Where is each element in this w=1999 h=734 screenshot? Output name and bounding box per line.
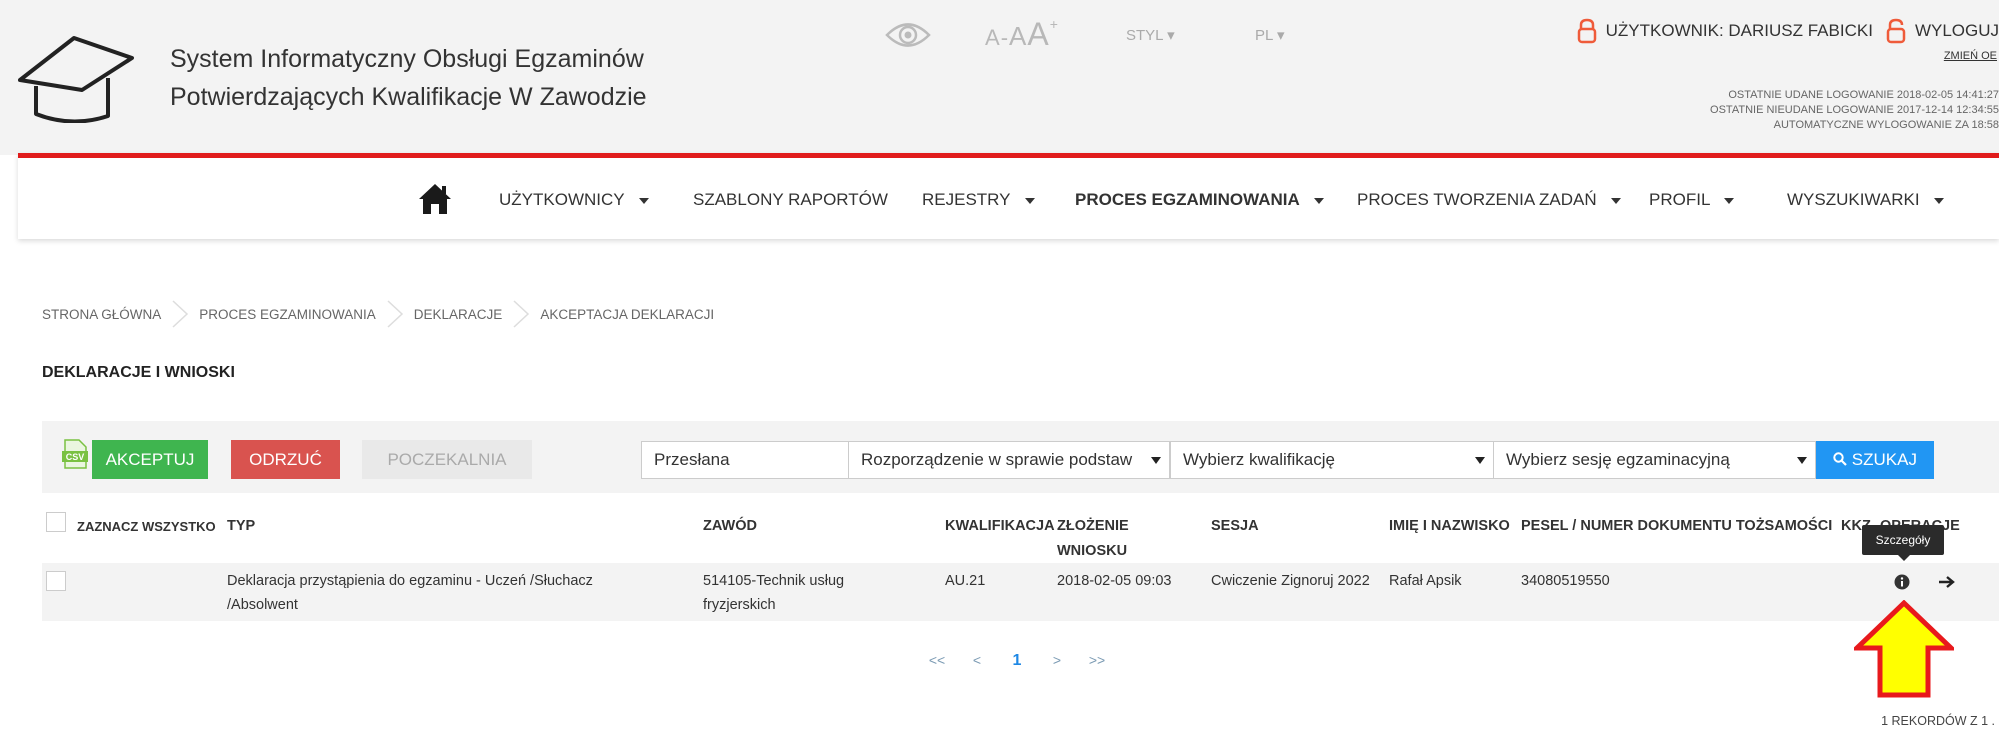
highlight-arrow-icon <box>1854 600 1954 698</box>
logout-lock-icon[interactable] <box>1885 18 1907 44</box>
nav-item-users[interactable]: UŻYTKOWNICY <box>499 190 649 210</box>
breadcrumb-exam-process[interactable]: PROCES EGZAMINOWANIA <box>199 307 376 322</box>
change-oe-link[interactable]: ZMIEŃ OE <box>1944 50 1997 62</box>
csv-export-icon[interactable]: CSV <box>62 439 88 469</box>
page-title: DEKLARACJE I WNIOSKI <box>42 364 235 381</box>
font-medium-button[interactable]: A <box>1009 21 1027 51</box>
breadcrumb: STRONA GŁÓWNA PROCES EGZAMINOWANIA DEKLA… <box>42 300 714 328</box>
home-icon[interactable] <box>418 182 452 216</box>
chevron-down-icon <box>1724 197 1735 204</box>
waiting-room-button[interactable]: POCZEKALNIA <box>362 440 532 479</box>
style-dropdown[interactable]: STYL ▾ <box>1126 26 1175 44</box>
nav-item-task-creation[interactable]: PROCES TWORZENIA ZADAŃ <box>1357 190 1621 210</box>
records-count: 1 REKORDÓW Z 1 . <box>1881 714 1995 728</box>
last-page-link[interactable]: >> <box>1077 652 1117 670</box>
breadcrumb-declarations[interactable]: DEKLARACJE <box>414 307 503 322</box>
last-login: OSTATNIE UDANE LOGOWANIE 2018-02-05 14:4… <box>1728 89 1999 101</box>
last-failed-login: OSTATNIE NIEUDANE LOGOWANIE 2017-12-14 1… <box>1710 104 1999 116</box>
table-row: Deklaracja przystąpienia do egzaminu - U… <box>42 563 1999 621</box>
nav-item-report-templates[interactable]: SZABLONY RAPORTÓW <box>693 190 888 210</box>
column-type: TYP <box>227 518 256 534</box>
nav-item-profile[interactable]: PROFIL <box>1649 190 1735 210</box>
table-header: ZAZNACZ WSZYSTKO TYP ZAWÓD KWALIFIKACJA … <box>42 508 1999 559</box>
info-icon[interactable] <box>1894 574 1910 590</box>
cell-pesel: 34080519550 <box>1521 573 1610 589</box>
chevron-down-icon <box>638 197 649 204</box>
next-page-link[interactable]: > <box>1037 652 1077 670</box>
column-profession: ZAWÓD <box>703 518 757 534</box>
font-large-button[interactable]: A <box>1027 16 1049 52</box>
cell-submission: 2018-02-05 09:03 <box>1057 573 1172 589</box>
qualification-select[interactable]: Wybierz kwalifikację <box>1170 441 1494 479</box>
chevron-down-icon <box>1933 197 1944 204</box>
auto-logout: AUTOMATYCZNE WYLOGOWANIE ZA 18:58 <box>1773 119 1999 131</box>
reject-button[interactable]: ODRZUĆ <box>231 440 340 479</box>
chevron-down-icon <box>1313 197 1324 204</box>
breadcrumb-home[interactable]: STRONA GŁÓWNA <box>42 307 161 322</box>
select-all-checkbox[interactable] <box>46 512 66 532</box>
column-pesel: PESEL / NUMER DOKUMENTU TOŻSAMOŚCI <box>1521 518 1833 534</box>
eye-icon[interactable] <box>885 18 931 52</box>
font-size-controls[interactable]: A-AA+ <box>985 16 1059 53</box>
user-area: UŻYTKOWNIK: DARIUSZ FABICKI WYLOGUJ <box>1576 18 1999 44</box>
arrow-right-icon[interactable] <box>1938 574 1956 590</box>
details-tooltip: Szczegóły <box>1862 525 1944 561</box>
main-nav: UŻYTKOWNICY SZABLONY RAPORTÓW REJESTRY P… <box>18 153 1999 239</box>
chevron-down-icon <box>1151 457 1161 464</box>
cell-qualification: AU.21 <box>945 573 986 589</box>
regulation-select[interactable]: Rozporządzenie w sprawie podstaw <box>848 441 1170 479</box>
header: System Informatyczny Obsługi Egzaminów P… <box>0 0 1999 155</box>
nav-item-registers[interactable]: REJESTRY <box>922 190 1035 210</box>
session-select[interactable]: Wybierz sesję egzaminacyjną <box>1493 441 1816 479</box>
select-all-label: ZAZNACZ WSZYSTKO <box>77 519 216 534</box>
breadcrumb-current: AKCEPTACJA DEKLARACJI <box>540 306 715 322</box>
chevron-down-icon <box>1024 197 1035 204</box>
column-submission: ZŁOŻENIE WNIOSKU <box>1057 518 1129 559</box>
row-checkbox[interactable] <box>46 571 66 591</box>
search-icon <box>1833 452 1847 466</box>
font-small-button[interactable]: A <box>985 25 1001 50</box>
column-session: SESJA <box>1211 518 1259 534</box>
nav-item-search-engines[interactable]: WYSZUKIWARKI <box>1787 190 1944 210</box>
breadcrumb-separator-icon <box>172 300 189 328</box>
logout-link[interactable]: WYLOGUJ <box>1915 21 1999 41</box>
cell-name: Rafał Apsik <box>1389 573 1462 589</box>
user-name: UŻYTKOWNIK: DARIUSZ FABICKI <box>1605 21 1873 40</box>
column-qualification: KWALIFIKACJA <box>945 518 1055 534</box>
login-info: OSTATNIE UDANE LOGOWANIE 2018-02-05 14:4… <box>1710 88 1999 133</box>
first-page-link[interactable]: << <box>917 652 957 670</box>
cell-type: Deklaracja przystąpienia do egzaminu - U… <box>227 573 593 613</box>
search-button[interactable]: SZUKAJ <box>1816 441 1934 479</box>
breadcrumb-separator-icon <box>387 300 403 328</box>
system-title-line2: Potwierdzających Kwalifikacje W Zawodzie <box>170 83 647 111</box>
chevron-down-icon <box>1475 457 1485 464</box>
graduation-cap-icon <box>18 36 134 123</box>
user-lock-icon <box>1577 18 1596 44</box>
cell-session: Cwiczenie Zignoruj 2022 <box>1211 573 1370 589</box>
system-title: System Informatyczny Obsługi Egzaminów P… <box>170 40 647 116</box>
chevron-down-icon <box>1610 197 1621 204</box>
accept-button[interactable]: AKCEPTUJ <box>92 440 208 479</box>
cell-profession: 514105-Technik usług fryzjerskich <box>703 573 845 613</box>
breadcrumb-separator-icon <box>513 300 530 328</box>
toolbar: CSV AKCEPTUJ ODRZUĆ POCZEKALNIA Przesłan… <box>42 421 1999 493</box>
current-page[interactable]: 1 <box>997 652 1037 670</box>
prev-page-link[interactable]: < <box>957 652 997 670</box>
chevron-down-icon <box>1797 457 1807 464</box>
nav-item-exam-process[interactable]: PROCES EGZAMINOWANIA <box>1075 190 1324 210</box>
pagination: << < 1 > >> <box>917 652 1117 670</box>
svg-text:CSV: CSV <box>66 452 85 462</box>
system-title-line1: System Informatyczny Obsługi Egzaminów <box>170 45 644 73</box>
language-dropdown[interactable]: PL ▾ <box>1255 26 1285 44</box>
column-name: IMIĘ I NAZWISKO <box>1389 518 1510 534</box>
